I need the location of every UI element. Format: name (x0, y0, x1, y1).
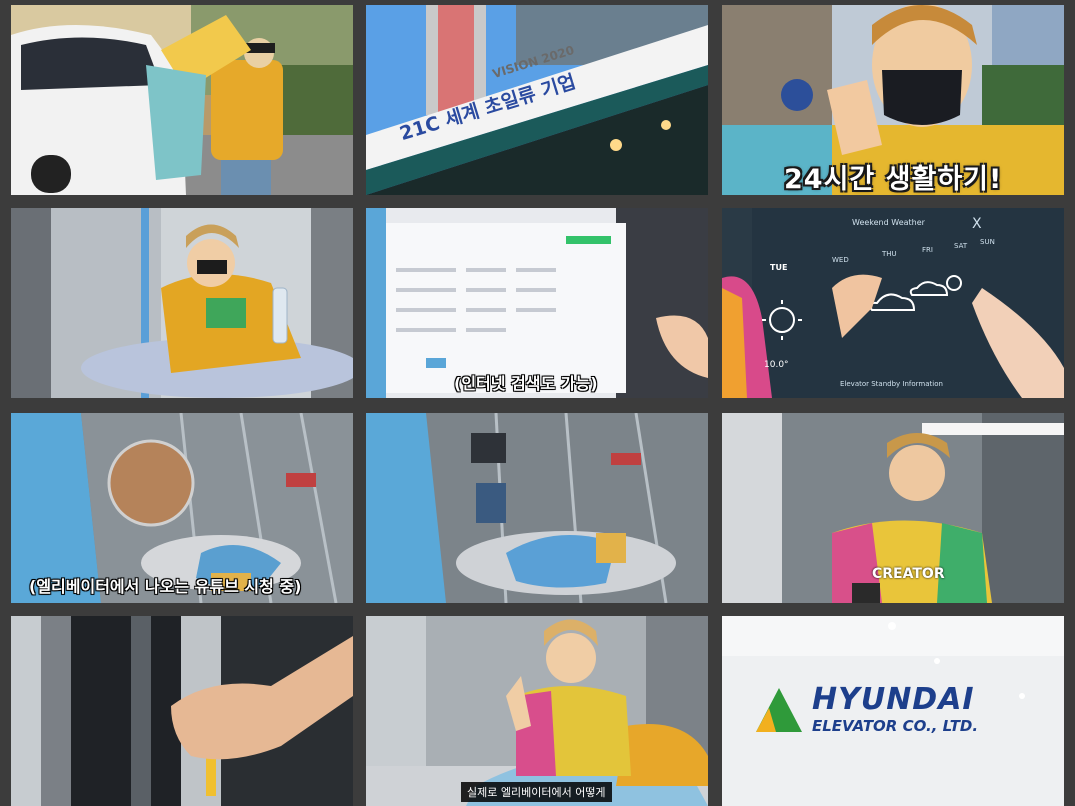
weather-temperature: 10.0° (764, 360, 789, 370)
caption-internet-search: (인터넷 검색도 가능) (454, 374, 598, 393)
scene-cctv-elevator-2 (366, 413, 708, 603)
video-frame-5[interactable]: (인터넷 검색도 가능) (366, 208, 708, 398)
caption-24h-living: 24시간 생활하기! (784, 164, 1003, 195)
scene-door-hand (11, 616, 353, 806)
scene-host-sitting-water (11, 208, 353, 398)
shirt-creator-text: CREATOR (872, 566, 945, 582)
video-frame-4[interactable] (11, 208, 353, 398)
logo-elevator-company: ELEVATOR CO., LTD. (812, 717, 979, 735)
video-frame-3[interactable]: 24시간 생활하기! (722, 5, 1064, 195)
video-frame-12[interactable]: HYUNDAI ELEVATOR CO., LTD. (722, 616, 1064, 806)
video-frame-11[interactable]: 실제로 엘리베이터에서 어떻게 (366, 616, 708, 806)
video-frame-7[interactable]: (엘리베이터에서 나오는 유튜브 시청 중) (11, 413, 353, 603)
logo-hyundai-wordmark: HYUNDAI (812, 682, 975, 717)
hyundai-triangle-logo-icon (756, 688, 802, 732)
weather-day-tue: TUE (770, 263, 788, 272)
weather-standby-info: Elevator Standby Information (840, 380, 943, 388)
video-frame-2[interactable]: VISION 2020 21C 세계 초일류 기업 (366, 5, 708, 195)
video-frame-10[interactable] (11, 616, 353, 806)
weather-day-thu: THU (882, 250, 897, 258)
video-frame-6[interactable]: Weekend Weather X TUE WED THU FRI SAT SU… (722, 208, 1064, 398)
weather-day-sun: SUN (980, 238, 995, 246)
caption-how-in-elevator: 실제로 엘리베이터에서 어떻게 (461, 782, 612, 802)
weather-day-sat: SAT (954, 242, 968, 250)
video-frame-8[interactable] (366, 413, 708, 603)
weather-day-wed: WED (832, 256, 849, 264)
thumbnail-sheet: VISION 2020 21C 세계 초일류 기업 24시간 생활하기! (인터… (0, 0, 1075, 806)
scene-host-blanket-wave (366, 616, 708, 806)
video-frame-9[interactable]: CREATOR (722, 413, 1064, 603)
scene-car-pillow (11, 5, 353, 195)
video-frame-1[interactable] (11, 5, 353, 195)
weather-header: Weekend Weather (852, 218, 925, 227)
caption-youtube-in-elevator: (엘리베이터에서 나오는 유튜브 시청 중) (29, 577, 302, 596)
weather-close[interactable]: X (972, 216, 982, 232)
weather-day-fri: FRI (922, 246, 933, 254)
